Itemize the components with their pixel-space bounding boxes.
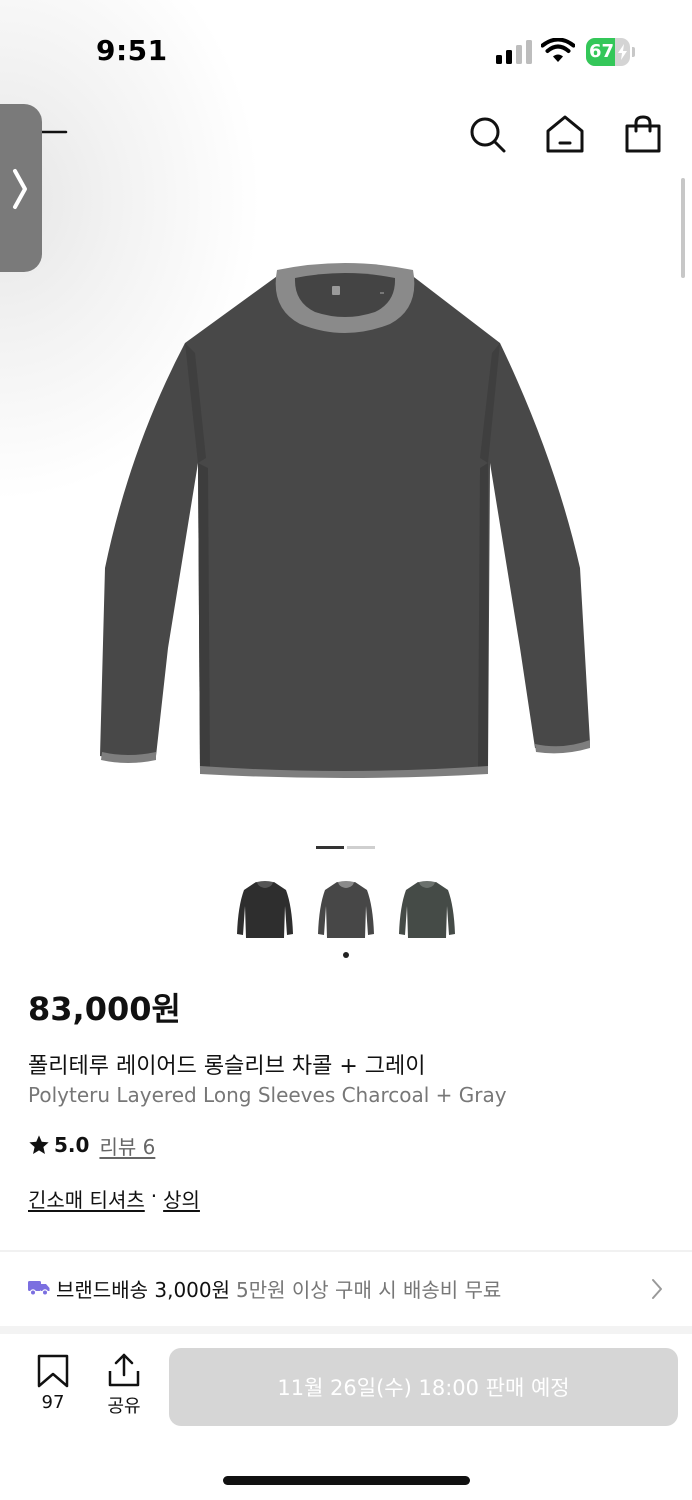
product-name-english: Polyteru Layered Long Sleeves Charcoal +… (28, 1083, 507, 1107)
product-name-korean: 폴리테루 레이어드 롱슬리브 차콜 + 그레이 (28, 1054, 426, 1079)
shopping-bag-icon[interactable] (623, 114, 663, 154)
share-icon[interactable] (107, 1352, 141, 1388)
home-indicator[interactable] (223, 1476, 470, 1485)
share-label: 공유 (107, 1396, 141, 1417)
category-breadcrumb: 긴소매 티셔츠 · 상의 (28, 1184, 200, 1213)
status-time: 9:51 (96, 34, 168, 67)
wifi-icon (541, 38, 575, 62)
category-link-tops[interactable]: 상의 (163, 1184, 200, 1213)
shipping-description: 5만원 이상 구매 시 배송비 무료 (236, 1277, 502, 1302)
home-icon[interactable] (545, 114, 585, 154)
delivery-truck-icon (28, 1281, 50, 1296)
star-icon (29, 1135, 49, 1154)
gallery-indicator-active (316, 846, 344, 849)
search-icon[interactable] (467, 114, 507, 154)
bookmark-count: 97 (41, 1392, 65, 1413)
chevron-right-icon (13, 169, 27, 209)
rating-row: 5.0 리뷰 6 (28, 1131, 155, 1160)
product-price: 83,000원 (28, 990, 181, 1028)
category-separator: · (150, 1184, 158, 1208)
side-drawer-tab[interactable] (0, 104, 42, 272)
review-link[interactable]: 리뷰 6 (99, 1131, 155, 1160)
section-divider (0, 1326, 692, 1334)
battery-indicator: 67 (586, 38, 636, 66)
scrollbar[interactable] (681, 178, 685, 278)
bookmark-icon[interactable] (37, 1354, 69, 1388)
thumbnail-charcoal-gray[interactable] (315, 878, 377, 940)
chevron-right-icon[interactable] (648, 1277, 666, 1301)
gallery-indicator (347, 846, 375, 849)
charging-bolt-icon (618, 44, 627, 60)
product-image[interactable] (90, 258, 600, 788)
category-link-long-sleeve[interactable]: 긴소매 티셔츠 (28, 1184, 145, 1213)
cellular-signal-icon (496, 40, 532, 64)
purchase-button[interactable]: 11월 26일(수) 18:00 판매 예정 (169, 1348, 678, 1426)
shipping-label: 브랜드배송 3,000원 (56, 1277, 231, 1302)
rating-value: 5.0 (54, 1133, 90, 1157)
shipping-info-row[interactable]: 브랜드배송 3,000원 5만원 이상 구매 시 배송비 무료 (28, 1272, 501, 1304)
status-bar: 9:51 67 (0, 0, 692, 100)
thumbnail-selected-dot (343, 952, 349, 958)
divider (0, 1250, 692, 1252)
thumbnail-black[interactable] (234, 878, 296, 940)
thumbnail-green-gray[interactable] (396, 878, 458, 940)
